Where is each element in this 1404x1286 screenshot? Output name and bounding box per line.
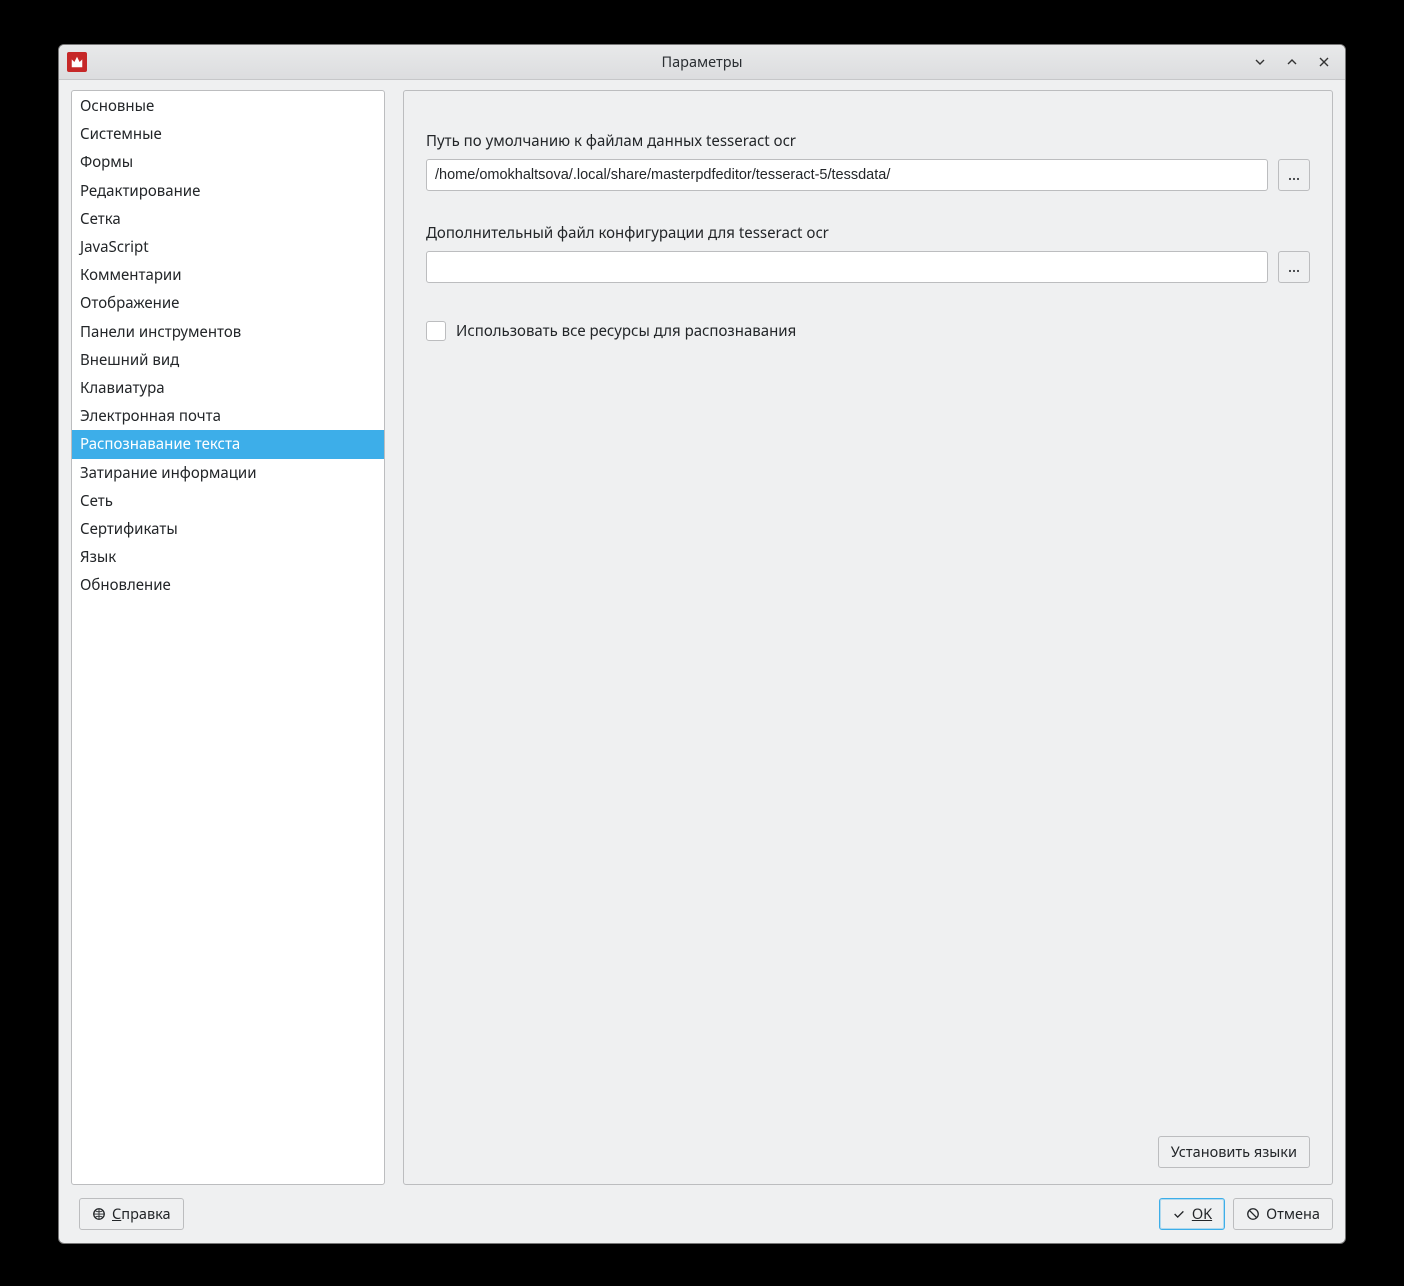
sidebar-item[interactable]: Обновление: [72, 571, 384, 599]
sidebar-item[interactable]: Сетка: [72, 205, 384, 233]
check-icon: [1172, 1207, 1186, 1221]
sidebar-item[interactable]: Распознавание текста: [72, 430, 384, 458]
sidebar-item[interactable]: Клавиатура: [72, 374, 384, 402]
use-all-resources-label: Использовать все ресурсы для распознаван…: [456, 321, 796, 341]
sidebar-item[interactable]: Панели инструментов: [72, 318, 384, 346]
cancel-button[interactable]: Отмена: [1233, 1198, 1333, 1230]
help-button[interactable]: Справка: [79, 1198, 184, 1230]
sidebar-item[interactable]: Отображение: [72, 289, 384, 317]
sidebar-item[interactable]: Формы: [72, 148, 384, 176]
minimize-icon[interactable]: [1251, 53, 1269, 71]
settings-dialog: Параметры ОсновныеСистемныеФормыРедактир…: [58, 44, 1346, 1244]
app-icon: [67, 52, 87, 72]
tess-config-input[interactable]: [426, 251, 1268, 283]
install-languages-button[interactable]: Установить языки: [1158, 1136, 1310, 1168]
window-title: Параметры: [59, 52, 1345, 72]
sidebar-item[interactable]: Затирание информации: [72, 459, 384, 487]
sidebar-item[interactable]: JavaScript: [72, 233, 384, 261]
sidebar-item[interactable]: Редактирование: [72, 177, 384, 205]
tess-config-label: Дополнительный файл конфигурации для tes…: [426, 223, 1310, 243]
sidebar-item[interactable]: Комментарии: [72, 261, 384, 289]
ok-button-label: OK: [1192, 1204, 1212, 1224]
help-button-label: Справка: [112, 1204, 171, 1224]
sidebar-item[interactable]: Язык: [72, 543, 384, 571]
help-icon: [92, 1207, 106, 1221]
ok-button[interactable]: OK: [1159, 1198, 1225, 1230]
tess-config-browse-button[interactable]: ...: [1278, 251, 1310, 283]
tessdata-path-browse-button[interactable]: ...: [1278, 159, 1310, 191]
tessdata-path-label: Путь по умолчанию к файлам данных tesser…: [426, 131, 1310, 151]
dialog-button-bar: Справка OK Отмена: [71, 1185, 1333, 1231]
maximize-icon[interactable]: [1283, 53, 1301, 71]
use-all-resources-checkbox[interactable]: [426, 321, 446, 341]
sidebar-item[interactable]: Электронная почта: [72, 402, 384, 430]
tessdata-path-input[interactable]: [426, 159, 1268, 191]
settings-category-list[interactable]: ОсновныеСистемныеФормыРедактированиеСетк…: [71, 90, 385, 1185]
cancel-icon: [1246, 1207, 1260, 1221]
settings-panel-ocr: Путь по умолчанию к файлам данных tesser…: [403, 90, 1333, 1185]
cancel-button-label: Отмена: [1266, 1204, 1320, 1224]
sidebar-item[interactable]: Сеть: [72, 487, 384, 515]
sidebar-item[interactable]: Системные: [72, 120, 384, 148]
close-icon[interactable]: [1315, 53, 1333, 71]
sidebar-item[interactable]: Сертификаты: [72, 515, 384, 543]
sidebar-item[interactable]: Основные: [72, 92, 384, 120]
sidebar-item[interactable]: Внешний вид: [72, 346, 384, 374]
titlebar: Параметры: [59, 45, 1345, 80]
